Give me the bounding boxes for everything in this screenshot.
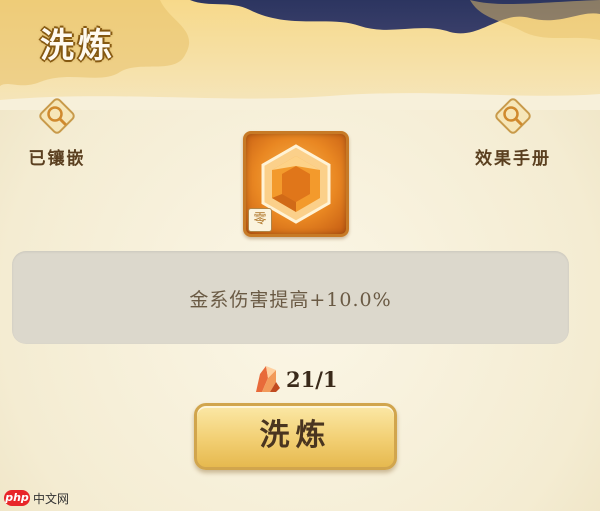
effect-panel: 金系伤害提高+10.0% bbox=[12, 251, 569, 344]
gem-badge: 零 bbox=[248, 208, 272, 232]
watermark-text: 中文网 bbox=[33, 491, 70, 506]
page-title: 洗炼 bbox=[40, 26, 116, 66]
magnifier-icon bbox=[39, 98, 75, 134]
effect-text: 金系伤害提高+10.0% bbox=[189, 289, 392, 311]
cost-count: 21/1 bbox=[286, 366, 338, 392]
embedded-button[interactable]: 已镶嵌 bbox=[2, 96, 112, 169]
php-logo: php bbox=[4, 490, 30, 506]
refine-button[interactable]: 洗炼 bbox=[194, 403, 397, 470]
gem-slot[interactable]: 零 bbox=[243, 131, 349, 237]
magnifier-icon bbox=[495, 98, 531, 134]
crystal-icon bbox=[256, 366, 280, 392]
effect-manual-label: 效果手册 bbox=[475, 149, 551, 169]
refine-dialog: 洗炼 已镶嵌 效果手册 零 金系伤害提高+10.0% 21/1 洗炼 php 中… bbox=[0, 0, 600, 511]
cost-display: 21/1 bbox=[250, 364, 338, 394]
embedded-label: 已镶嵌 bbox=[28, 149, 86, 169]
watermark: php 中文网 bbox=[4, 488, 69, 508]
refine-button-label: 洗炼 bbox=[259, 418, 332, 453]
effect-manual-button[interactable]: 效果手册 bbox=[458, 96, 568, 169]
